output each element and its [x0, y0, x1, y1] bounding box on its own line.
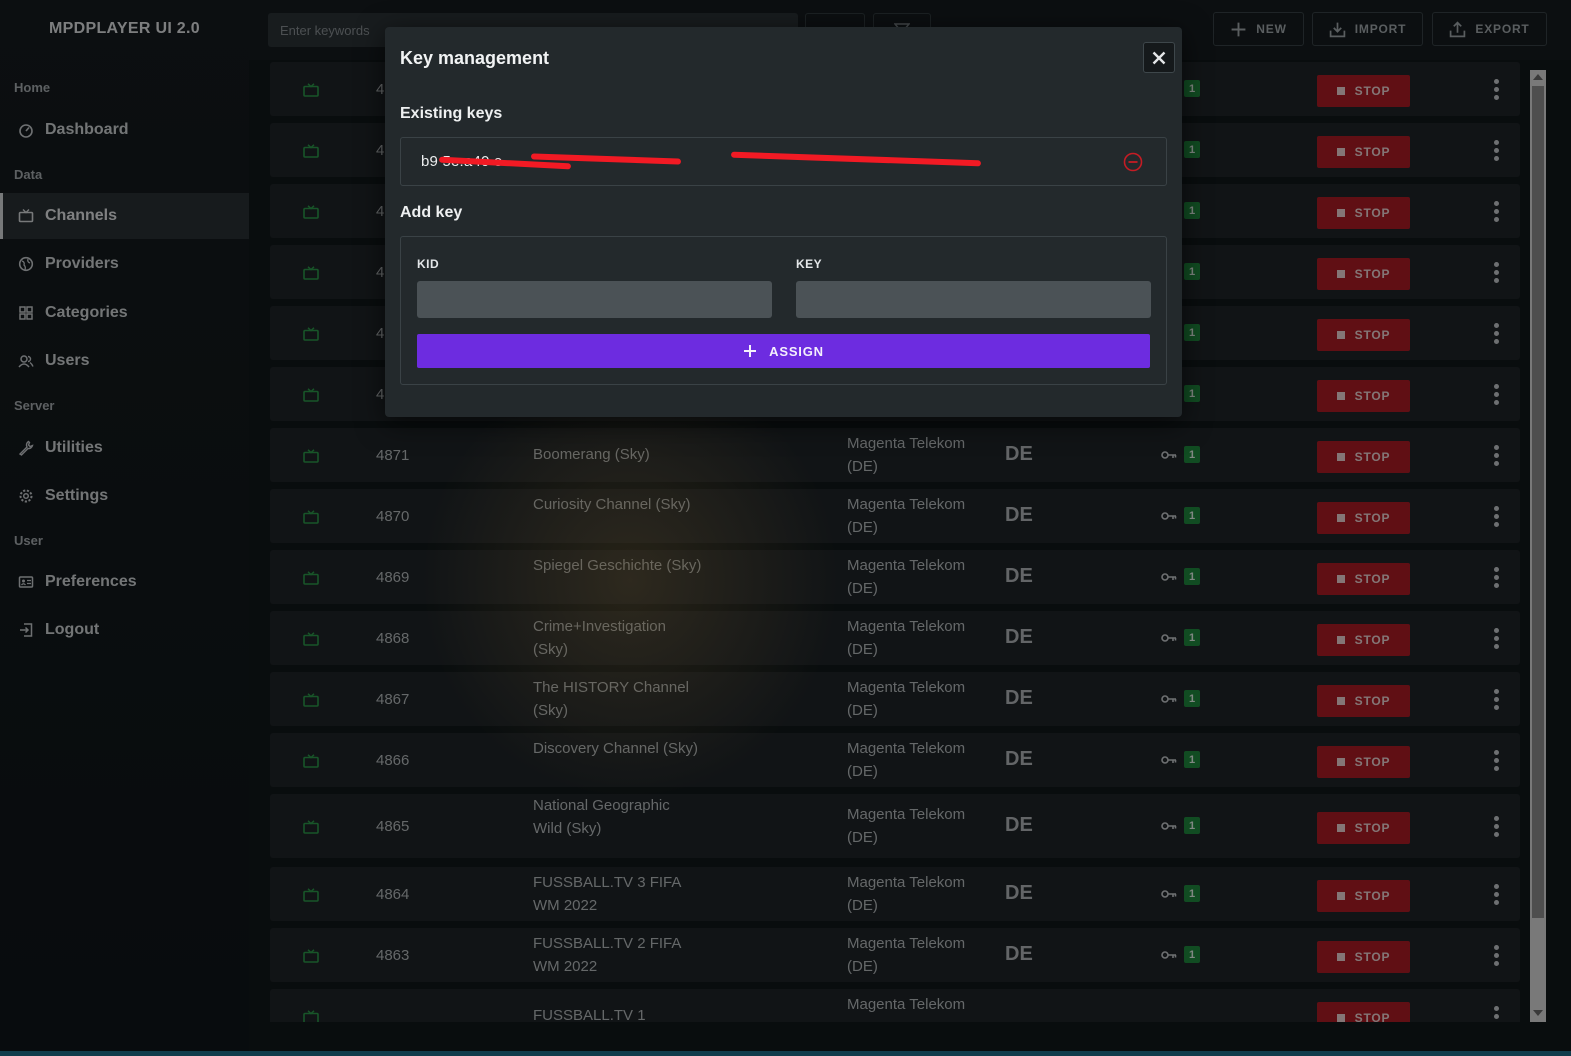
- existing-key-item: b9 5e:a40 e: [400, 137, 1167, 186]
- assign-button[interactable]: ASSIGN: [417, 334, 1150, 368]
- add-key-heading: Add key: [400, 204, 463, 221]
- close-button[interactable]: [1143, 42, 1175, 73]
- kid-label: KID: [417, 257, 440, 271]
- assign-button-label: ASSIGN: [769, 343, 824, 359]
- key-input[interactable]: [796, 281, 1151, 318]
- kid-input[interactable]: [417, 281, 772, 318]
- close-icon: [1152, 51, 1166, 64]
- existing-keys-heading: Existing keys: [400, 105, 503, 122]
- key-label: KEY: [796, 257, 823, 271]
- backdrop-glow: [420, 360, 840, 800]
- redaction-mark: [730, 151, 982, 167]
- modal-title: Key management: [400, 48, 550, 68]
- remove-key-icon[interactable]: [1123, 152, 1143, 172]
- add-key-form: KID KEY ASSIGN: [400, 236, 1167, 385]
- plus-icon: [744, 345, 757, 357]
- key-management-modal: Key management Existing keys b9 5e:a40 e…: [385, 27, 1182, 417]
